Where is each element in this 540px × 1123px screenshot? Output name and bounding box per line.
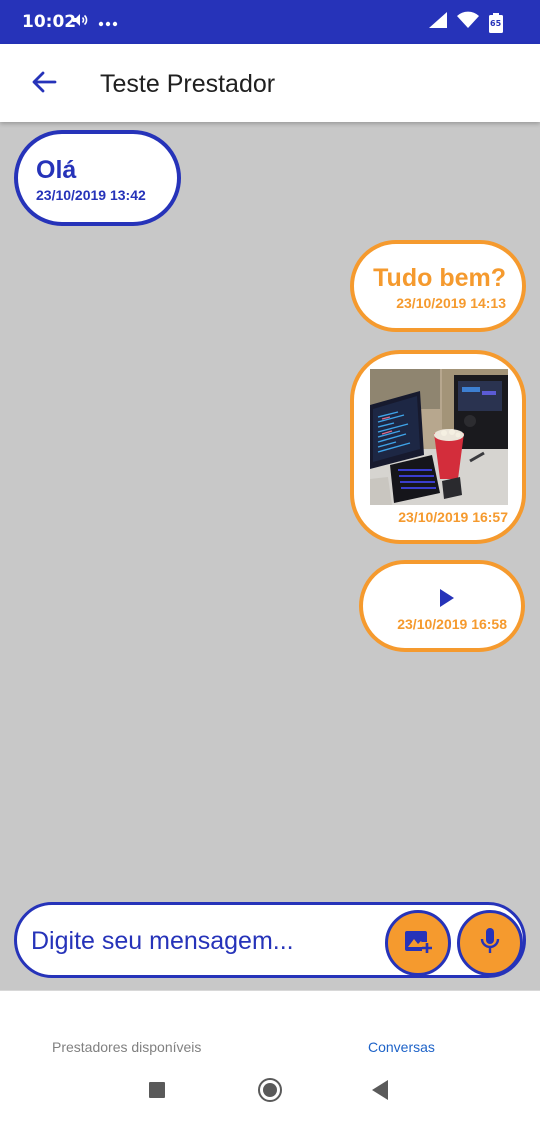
add-photo-icon: [403, 927, 433, 960]
tab-prestadores[interactable]: Prestadores disponíveis: [52, 1039, 201, 1055]
battery-level: 65: [490, 18, 502, 28]
status-time: 10:02: [22, 12, 77, 32]
record-audio-button[interactable]: [457, 910, 523, 976]
page-title: Teste Prestador: [100, 70, 276, 98]
message-bubble-image[interactable]: 23/10/2019 16:57: [350, 350, 526, 544]
message-time: 23/10/2019 13:42: [36, 187, 146, 203]
microphone-icon: [479, 926, 501, 961]
arrow-left-icon: [31, 70, 57, 99]
back-button[interactable]: [28, 68, 60, 100]
bottom-tabs: Prestadores disponíveis Conversas: [0, 990, 540, 1060]
system-nav-bar: [0, 1058, 540, 1123]
home-icon[interactable]: [258, 1078, 282, 1102]
add-image-button[interactable]: [385, 910, 451, 976]
app-bar: Teste Prestador: [0, 44, 540, 122]
status-icons-left: [72, 13, 118, 32]
message-photo[interactable]: [370, 369, 508, 505]
message-text: Tudo bem?: [373, 264, 506, 292]
wifi-icon: [456, 11, 480, 34]
message-text: Olá: [36, 156, 77, 184]
signal-icon: [428, 11, 448, 34]
message-time: 23/10/2019 16:57: [398, 509, 508, 525]
chat-area[interactable]: Olá 23/10/2019 13:42 Tudo bem? 23/10/201…: [0, 122, 540, 892]
tab-conversas[interactable]: Conversas: [368, 1039, 435, 1055]
status-icons-right: 65: [428, 11, 504, 34]
status-bar: 10:02 65: [0, 0, 540, 44]
recents-icon[interactable]: [149, 1082, 165, 1098]
play-icon[interactable]: [439, 588, 455, 613]
more-dots-icon: [98, 14, 118, 32]
message-time: 23/10/2019 14:13: [396, 295, 506, 311]
message-input[interactable]: [31, 923, 371, 959]
back-triangle-icon[interactable]: [372, 1080, 388, 1100]
volume-icon: [72, 13, 88, 32]
message-time: 23/10/2019 16:58: [397, 616, 507, 632]
message-bubble-audio[interactable]: 23/10/2019 16:58: [359, 560, 525, 652]
battery-icon: 65: [488, 12, 504, 33]
message-composer: [14, 902, 526, 978]
message-bubble-sent[interactable]: Tudo bem? 23/10/2019 14:13: [350, 240, 526, 332]
message-bubble-received[interactable]: Olá 23/10/2019 13:42: [14, 130, 181, 226]
